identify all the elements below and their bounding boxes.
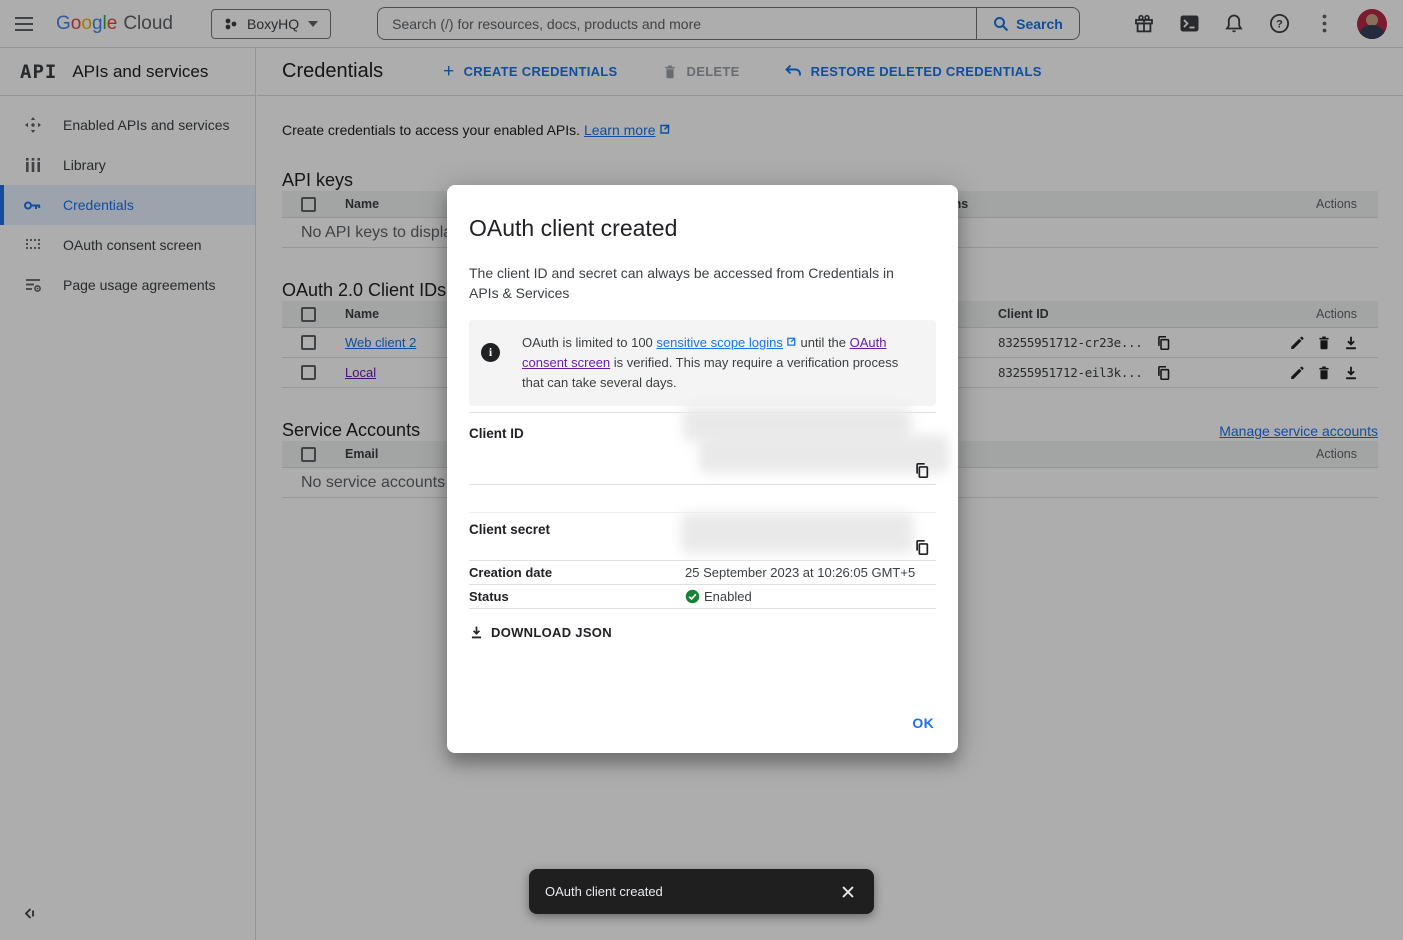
redacted-client-id [699,435,949,473]
status-label: Status [469,589,685,604]
toast-notification: OAuth client created [529,869,874,914]
oauth-client-created-dialog: OAuth client created The client ID and s… [447,185,958,753]
dialog-title: OAuth client created [469,215,936,242]
close-icon[interactable] [838,882,858,902]
client-secret-row: Client secret [469,513,936,561]
ok-button[interactable]: OK [912,715,934,731]
client-id-row: Client ID [469,412,936,485]
redacted-client-secret [681,513,913,553]
toast-message: OAuth client created [545,884,663,899]
info-banner-text: OAuth is limited to 100 sensitive scope … [522,333,920,393]
status-row: Status Enabled [469,585,936,609]
row-spacer [469,485,936,513]
sensitive-scope-logins-link[interactable]: sensitive scope logins [656,335,782,350]
download-icon [469,625,484,640]
dialog-body-text: The client ID and secret can always be a… [469,263,914,303]
creation-date-row: Creation date 25 September 2023 at 10:26… [469,561,936,585]
copy-icon[interactable] [913,461,931,479]
client-secret-label: Client secret [469,522,550,537]
info-icon: i [481,343,500,362]
status-value: Enabled [704,589,752,604]
check-circle-icon [685,589,700,604]
info-banner: i OAuth is limited to 100 sensitive scop… [469,320,936,406]
external-link-icon [786,333,797,353]
creation-date-label: Creation date [469,565,685,580]
creation-date-value: 25 September 2023 at 10:26:05 GMT+5 [685,565,915,580]
dialog-detail-rows: Client ID Client secret Creation date 25… [469,412,936,609]
copy-icon[interactable] [913,538,931,556]
client-id-label: Client ID [469,426,524,441]
download-json-button[interactable]: DOWNLOAD JSON [459,618,622,647]
